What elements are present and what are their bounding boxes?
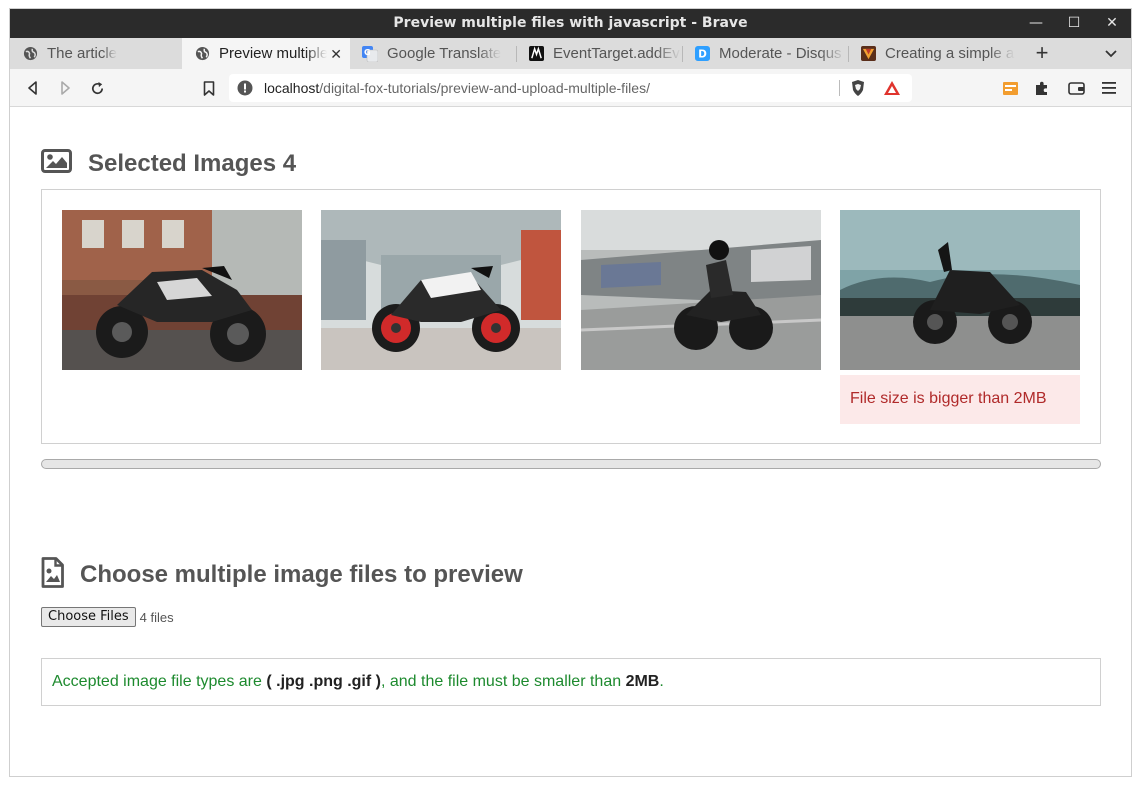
extensions-menu-button[interactable] <box>1032 78 1052 98</box>
forward-button[interactable] <box>55 78 75 98</box>
note-text-3: . <box>659 673 664 690</box>
window-controls: — ☐ ✕ <box>1017 9 1131 38</box>
file-count-status: 4 files <box>139 609 174 625</box>
back-button[interactable] <box>23 78 43 98</box>
preview-image-4 <box>840 210 1080 370</box>
navigation-toolbar: localhost/digital-fox-tutorials/preview-… <box>10 69 1131 107</box>
new-tab-button[interactable]: + <box>1027 38 1057 69</box>
file-image-icon <box>41 557 64 593</box>
tab-the-article[interactable]: The article <box>10 38 182 69</box>
brave-shields-icon[interactable] <box>849 79 867 97</box>
gallery-heading: Selected Images 4 <box>88 149 297 177</box>
main-menu-button[interactable] <box>1099 78 1119 98</box>
note-file-types: ( .jpg .png .gif ) <box>266 673 381 690</box>
site-info-icon[interactable] <box>237 80 253 96</box>
globe-icon <box>194 46 210 62</box>
tab-disqus[interactable]: D Moderate - Disqus <box>682 38 848 69</box>
url-divider <box>839 80 840 96</box>
chevron-down-icon <box>1105 45 1117 63</box>
file-input[interactable]: Choose Files 4 files <box>41 607 174 627</box>
reload-icon <box>91 81 103 94</box>
forward-icon <box>61 81 70 95</box>
bookmark-button[interactable] <box>199 78 219 98</box>
tab-label: Preview multiple files with javascript <box>219 45 327 62</box>
back-icon <box>28 81 37 95</box>
close-window-button[interactable]: ✕ <box>1093 9 1131 38</box>
preview-image-2 <box>321 210 561 370</box>
svg-text:D: D <box>698 48 707 60</box>
disqus-icon: D <box>694 46 710 62</box>
tab-label: Moderate - Disqus <box>719 45 842 62</box>
close-tab-icon[interactable]: ✕ <box>330 46 342 63</box>
image-icon <box>41 149 72 178</box>
note-text-1: Accepted image file types are <box>52 673 267 690</box>
window-title: Preview multiple files with javascript -… <box>393 15 748 31</box>
upload-progress-bar <box>41 459 1101 469</box>
upload-heading: Choose multiple image files to preview <box>80 561 523 588</box>
image-preview-gallery: File size is bigger than 2MB <box>41 189 1101 444</box>
preview-image-1 <box>62 210 302 370</box>
upload-heading-row: Choose multiple image files to preview <box>41 557 523 593</box>
brave-rewards-icon[interactable] <box>883 79 901 97</box>
mdn-icon <box>528 46 544 62</box>
reload-button[interactable] <box>87 78 107 98</box>
tab-creating-app[interactable]: Creating a simple app <box>848 38 1016 69</box>
hamburger-icon <box>1102 82 1116 94</box>
gallery-heading-row: Selected Images 4 <box>41 149 296 178</box>
url-text[interactable]: localhost/digital-fox-tutorials/preview-… <box>264 80 650 96</box>
address-bar[interactable]: localhost/digital-fox-tutorials/preview-… <box>229 74 912 102</box>
site-favicon-icon <box>860 46 876 62</box>
page-content: Selected Images 4 File size is bigger th… <box>10 107 1131 776</box>
maximize-button[interactable]: ☐ <box>1055 9 1093 38</box>
title-bar: Preview multiple files with javascript -… <box>10 9 1131 38</box>
tab-strip: The article Preview multiple files with … <box>10 38 1131 69</box>
accepted-types-note: Accepted image file types are ( .jpg .pn… <box>41 658 1101 706</box>
note-max-size: 2MB <box>625 673 660 690</box>
tab-list-button[interactable] <box>1099 38 1123 69</box>
url-path: /digital-fox-tutorials/preview-and-uploa… <box>319 80 650 96</box>
browser-window: Preview multiple files with javascript -… <box>9 8 1132 777</box>
svg-text:G: G <box>364 48 371 57</box>
wallet-button[interactable] <box>1066 78 1086 98</box>
tab-preview-multiple-files[interactable]: Preview multiple files with javascript ✕ <box>182 38 350 69</box>
note-text-2: , and the file must be smaller than <box>380 673 626 690</box>
globe-icon <box>22 46 38 62</box>
url-host: localhost <box>264 80 320 96</box>
google-translate-icon: G <box>362 45 378 62</box>
tab-google-translate[interactable]: G Google Translate <box>350 38 516 69</box>
minimize-button[interactable]: — <box>1017 9 1055 38</box>
puzzle-icon <box>1036 81 1047 95</box>
tab-label: EventTarget.addEventListener <box>553 45 681 62</box>
tab-eventtarget[interactable]: EventTarget.addEventListener <box>516 38 682 69</box>
file-size-error: File size is bigger than 2MB <box>840 375 1080 424</box>
bookmark-icon <box>203 80 215 96</box>
tab-label: The article <box>47 45 118 62</box>
choose-files-button[interactable]: Choose Files <box>41 607 136 627</box>
extension-button[interactable] <box>1000 78 1020 98</box>
preview-image-3 <box>581 210 821 370</box>
tab-label: Creating a simple app <box>885 45 1015 62</box>
wallet-icon <box>1067 82 1085 95</box>
tab-label: Google Translate <box>387 45 502 62</box>
extension-app-icon <box>1002 81 1018 95</box>
